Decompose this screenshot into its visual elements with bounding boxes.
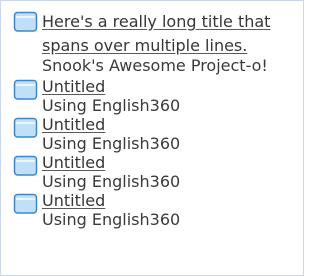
project-name: Using English360: [42, 172, 181, 191]
project-name: Snook's Awesome Project-o!: [42, 56, 268, 75]
document-icon: [13, 193, 38, 214]
list-item: Here's a really long title that spans ov…: [13, 10, 292, 75]
list-item: Untitled Using English360: [13, 154, 292, 191]
document-icon: [13, 79, 38, 100]
document-icon: [13, 117, 38, 138]
document-title-link[interactable]: Here's a really long title that spans ov…: [42, 10, 292, 58]
document-icon: [13, 11, 38, 32]
document-icon: [13, 155, 38, 176]
document-title-link[interactable]: Untitled: [42, 192, 292, 210]
list-item: Untitled Using English360: [13, 192, 292, 229]
list-item: Untitled Using English360: [13, 78, 292, 115]
document-list-panel: Here's a really long title that spans ov…: [0, 0, 304, 276]
document-title-link[interactable]: Untitled: [42, 116, 292, 134]
list-item: Untitled Using English360: [13, 116, 292, 153]
document-list: Here's a really long title that spans ov…: [13, 10, 292, 230]
project-name: Using English360: [42, 210, 181, 229]
document-title-link[interactable]: Untitled: [42, 154, 292, 172]
project-name: Using English360: [42, 134, 181, 153]
document-title-link[interactable]: Untitled: [42, 78, 292, 96]
project-name: Using English360: [42, 96, 181, 115]
